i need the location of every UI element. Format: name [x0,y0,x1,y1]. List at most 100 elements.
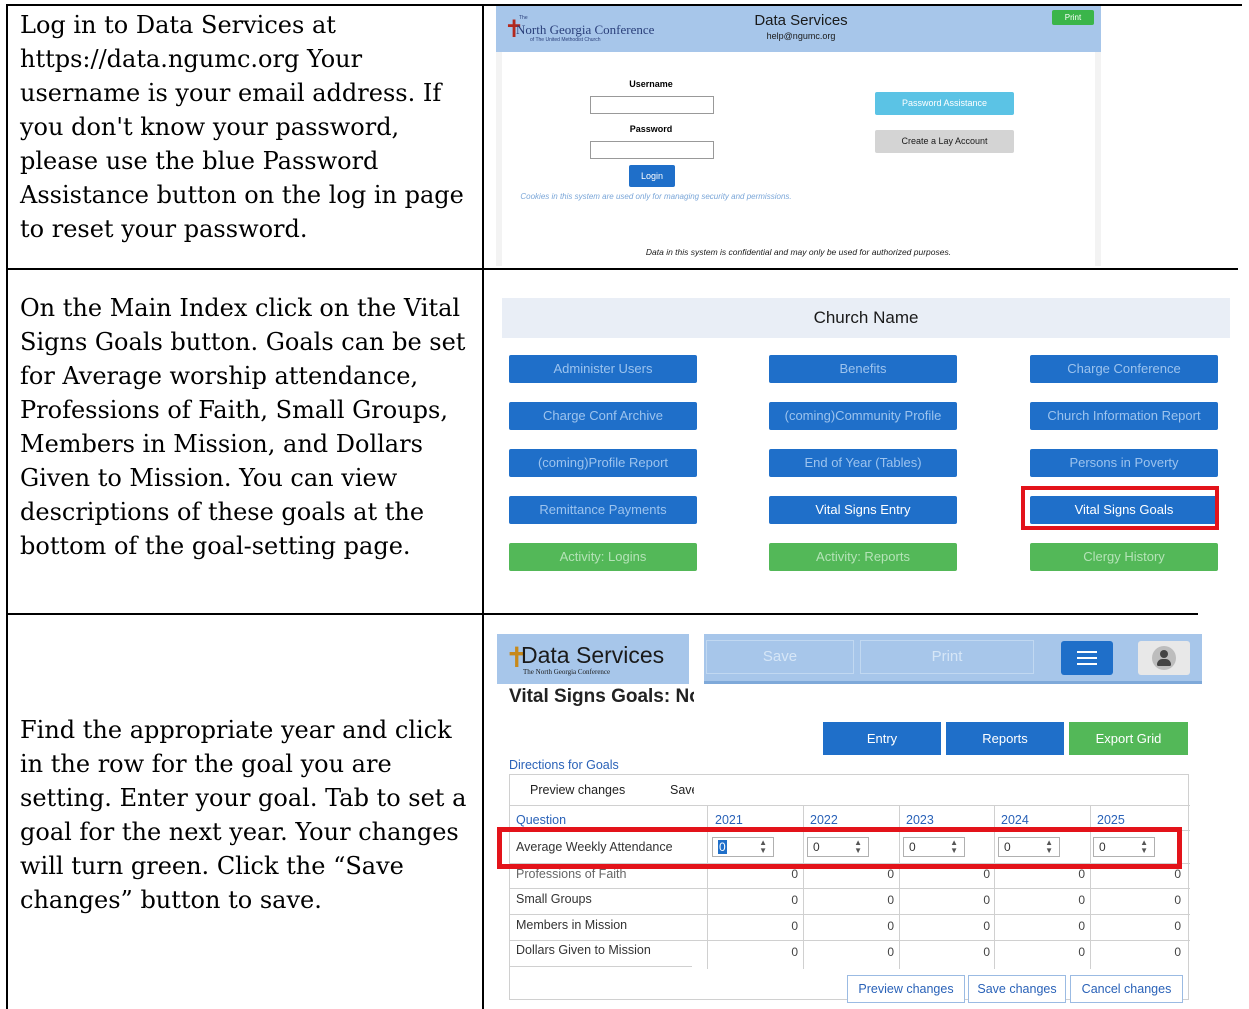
goal-cell[interactable]: 0 [758,945,798,959]
administer-users-button[interactable]: Administer Users [509,355,697,383]
question-column-header: Question [516,813,567,827]
benefits-button[interactable]: Benefits [769,355,957,383]
cookie-notice: Cookies in this system are used only for… [520,192,792,201]
remittance-payments-button[interactable]: Remittance Payments [509,496,697,524]
data-services-logo: ✝ Data Services The North Georgia Confer… [497,634,689,684]
year-2025-header: 2025 [1097,813,1125,827]
goals-toolbar: Save Print [704,634,1202,684]
activity-reports-button[interactable]: Activity: Reports [769,543,957,571]
highlight-box-attendance-row [497,827,1182,869]
entry-button[interactable]: Entry [823,722,941,755]
profile-report-button[interactable]: (coming)Profile Report [509,449,697,477]
login-button[interactable]: Login [629,165,675,187]
cancel-changes-button[interactable]: Cancel changes [1070,975,1183,1003]
grid-separator [510,940,1190,941]
goal-cell[interactable]: 0 [758,893,798,907]
table-divider-row-1 [6,268,1238,270]
church-information-report-button[interactable]: Church Information Report [1030,402,1218,430]
year-2024-header: 2024 [1001,813,1029,827]
main-index-screenshot: Church Name Administer Users Benefits Ch… [500,296,1232,586]
community-profile-button[interactable]: (coming)Community Profile [769,402,957,430]
row-label-dollars-given-to-mission[interactable]: Dollars Given to Mission [516,943,651,957]
goal-cell[interactable]: 0 [950,893,990,907]
goal-cell[interactable]: 0 [950,919,990,933]
logo-name: North Georgia Conference [516,22,655,37]
confidential-notice: Data in this system is confidential and … [645,247,952,257]
avatar-icon [1152,646,1176,670]
help-email[interactable]: help@ngumc.org [726,31,876,41]
conference-logo: ✝ The North Georgia Conference of The Un… [504,15,654,43]
goal-cell[interactable]: 0 [854,867,894,881]
username-input[interactable] [590,96,714,114]
charge-conf-archive-button[interactable]: Charge Conf Archive [509,402,697,430]
table-divider-vertical [482,4,484,1009]
goals-grid: Preview changes Save Question 2021 2022 … [509,774,1190,1003]
goal-cell[interactable]: 0 [758,919,798,933]
print-button[interactable]: Print [1052,10,1094,25]
instruction-text-1: Log in to Data Services at https://data.… [20,11,464,243]
save-changes-button[interactable]: Save changes [968,975,1066,1003]
save-tab[interactable]: Save [670,783,694,797]
username-label: Username [629,79,673,89]
toolbar-print-button[interactable]: Print [860,640,1034,674]
highlight-box-vital-signs-goals [1021,486,1219,530]
logo-name: Data Services [521,642,665,668]
row-label-small-groups[interactable]: Small Groups [516,892,592,906]
goal-cell[interactable]: 0 [854,945,894,959]
hamburger-menu-icon[interactable] [1061,641,1113,675]
goal-cell[interactable]: 0 [1045,867,1085,881]
preview-changes-tab[interactable]: Preview changes [530,783,625,797]
password-input[interactable] [590,141,714,159]
grid-separator [510,966,692,967]
year-2023-header: 2023 [906,813,934,827]
year-2021-header: 2021 [715,813,743,827]
goal-cell[interactable]: 0 [758,867,798,881]
goals-screenshot: ✝ Data Services The North Georgia Confer… [497,629,1202,1007]
goal-cell[interactable]: 0 [950,945,990,959]
persons-in-poverty-button[interactable]: Persons in Poverty [1030,449,1218,477]
export-grid-button[interactable]: Export Grid [1069,722,1188,755]
create-lay-account-button[interactable]: Create a Lay Account [875,130,1014,153]
login-screenshot: ✝ The North Georgia Conference of The Un… [496,6,1101,266]
preview-changes-button[interactable]: Preview changes [847,975,965,1003]
instruction-text-3: Find the appropriate year and click in t… [20,716,467,914]
clergy-history-button[interactable]: Clergy History [1030,543,1218,571]
reports-button[interactable]: Reports [946,722,1064,755]
goal-cell[interactable]: 0 [1045,945,1085,959]
login-form: Username Password Login Cookies in this … [502,52,1095,266]
goal-cell[interactable]: 0 [1141,919,1181,933]
logo-subtitle: The North Georgia Conference [523,668,611,676]
goal-cell[interactable]: 0 [854,893,894,907]
goal-cell[interactable]: 0 [1045,919,1085,933]
instruction-text-2: On the Main Index click on the Vital Sig… [20,294,466,560]
year-2022-header: 2022 [810,813,838,827]
directions-for-goals-link[interactable]: Directions for Goals [509,758,619,772]
password-assistance-button[interactable]: Password Assistance [875,92,1014,115]
charge-conference-button[interactable]: Charge Conference [1030,355,1218,383]
row-label-members-in-mission[interactable]: Members in Mission [516,918,627,932]
grid-separator [510,805,1190,806]
page-title: Vital Signs Goals: Nor [509,686,694,707]
goal-cell[interactable]: 0 [854,919,894,933]
end-of-year-tables-button[interactable]: End of Year (Tables) [769,449,957,477]
password-label: Password [629,124,673,134]
goal-cell[interactable]: 0 [1141,867,1181,881]
church-name: Church Name [813,308,919,327]
app-title: Data Services [754,12,848,29]
login-header: ✝ The North Georgia Conference of The Un… [496,6,1101,52]
goal-cell[interactable]: 0 [1045,893,1085,907]
vital-signs-entry-button[interactable]: Vital Signs Entry [769,496,957,524]
user-menu-button[interactable] [1138,641,1190,675]
goal-cell[interactable]: 0 [1141,893,1181,907]
logo-subtitle: of The United Methodist Church [530,37,601,43]
grid-separator [510,888,1190,889]
goal-cell[interactable]: 0 [950,867,990,881]
activity-logins-button[interactable]: Activity: Logins [509,543,697,571]
row-label-professions-of-faith[interactable]: Professions of Faith [516,867,626,881]
toolbar-save-button[interactable]: Save [706,640,854,674]
logo-the: The [519,15,528,21]
table-divider-row-2 [6,613,1198,615]
grid-separator [510,914,1190,915]
church-header: Church Name [502,298,1230,338]
goal-cell[interactable]: 0 [1141,945,1181,959]
